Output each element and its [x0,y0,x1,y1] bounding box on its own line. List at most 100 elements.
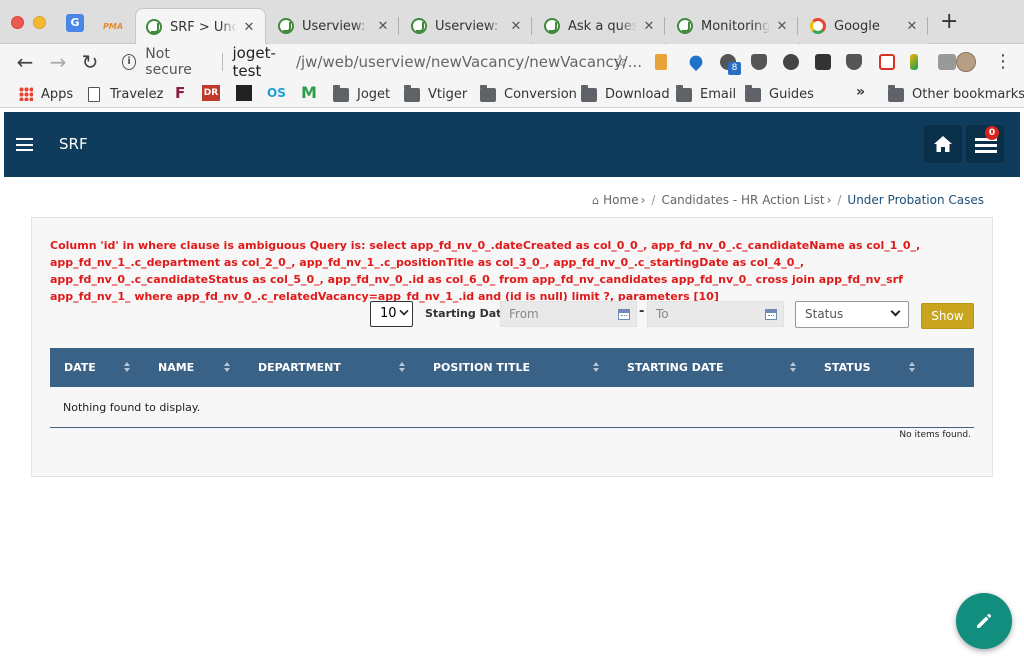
phpmyadmin-pinned-tab-icon[interactable]: PMA [103,14,123,32]
bookmark-star-icon[interactable]: ☆ [612,52,628,72]
tab-close-icon[interactable]: ✕ [774,19,790,34]
bookmark-email[interactable]: Email [676,85,736,103]
bookmark-f-icon[interactable]: F [175,85,191,101]
bookmark-vtiger[interactable]: Vtiger [404,85,467,103]
tab-title: Userview: SRF [435,18,504,34]
edit-fab-button[interactable] [956,593,1012,649]
calendar-icon[interactable] [618,309,630,320]
address-bar[interactable]: i Not secure joget-test /jw/web/userview… [112,44,642,80]
column-header-position-title[interactable]: POSITION TITLE [433,361,530,374]
cross-extension-icon[interactable] [879,54,895,70]
home-button[interactable] [924,125,962,163]
joget-favicon-icon [411,18,427,34]
tampermonkey-extension-icon[interactable] [815,54,831,70]
table-bottom-rule [50,427,974,428]
column-header-name[interactable]: NAME [158,361,194,374]
tab-close-icon[interactable]: ✕ [641,19,657,34]
breadcrumb-current: Under Probation Cases [847,193,984,207]
sort-icon[interactable] [790,362,796,373]
tab-close-icon[interactable]: ✕ [904,19,920,34]
sort-icon[interactable] [124,362,130,373]
browser-tab[interactable]: Userview: SRF ✕ [268,8,399,44]
bookmark-download[interactable]: Download [581,85,670,103]
column-header-status[interactable]: STATUS [824,361,871,374]
profile-avatar[interactable] [956,52,976,72]
sort-icon[interactable] [593,362,599,373]
pagination-status: No items found. [899,430,971,440]
hamburger-menu-icon[interactable] [16,138,33,151]
bookmark-dr-icon[interactable]: DR [202,85,220,101]
window-close-button[interactable] [11,16,24,29]
column-header-date[interactable]: DATE [64,361,96,374]
browser-tab-strip: G PMA SRF > Under Probation Cases ✕ User… [0,0,1024,45]
pocket-extension-icon[interactable] [846,54,862,70]
ublock-extension-icon[interactable] [783,54,799,70]
calendar-icon[interactable] [765,309,777,320]
new-tab-button[interactable]: + [940,11,958,33]
column-header-starting-date[interactable]: STARTING DATE [627,361,724,374]
browser-tab[interactable]: Google ✕ [800,8,928,44]
drop-extension-icon[interactable] [686,52,706,72]
bookmark-joget[interactable]: Joget [333,85,390,103]
tab-title: Monitoring App [701,18,770,34]
page-size-value: 10 [380,306,397,321]
show-button[interactable]: Show [921,303,974,329]
filter-bar: 10 Starting Date From - To Status Show [32,301,994,331]
breadcrumb-separator: / [651,193,656,207]
date-from-placeholder: From [509,307,539,321]
google-favicon-icon [810,18,826,34]
bookmark-other[interactable]: Other bookmarks [888,85,1024,103]
window-minimize-button[interactable] [33,16,46,29]
bookmark-conversion[interactable]: Conversion [480,85,577,103]
browser-tab[interactable]: Userview: SRF ✕ [401,8,532,44]
bookmark-travelez[interactable]: Travelez [88,85,163,103]
tab-close-icon[interactable]: ✕ [241,20,257,35]
forward-arrow-icon[interactable]: → [46,50,70,74]
bookmark-apps[interactable]: Apps [19,85,73,103]
tab-close-icon[interactable]: ✕ [508,19,524,34]
breadcrumb-parent-link[interactable]: Candidates - HR Action List [661,193,824,207]
sort-icon[interactable] [399,362,405,373]
browser-tab[interactable]: Ask a question ✕ [534,8,665,44]
java-extension-icon[interactable] [655,54,667,70]
date-from-input[interactable]: From [500,301,637,327]
status-filter-select[interactable]: Status [795,301,909,328]
bookmark-os-icon[interactable]: OS [267,85,286,101]
info-icon[interactable]: i [122,54,137,70]
column-header-department[interactable]: DEPARTMENT [258,361,341,374]
browser-tab[interactable]: Monitoring App ✕ [667,8,798,44]
date-to-input[interactable]: To [647,301,784,327]
app-header: SRF 0 [4,112,1020,177]
google-translate-pinned-tab-icon[interactable]: G [66,14,84,32]
datalist-panel: Column 'id' in where clause is ambiguous… [31,217,993,477]
reload-icon[interactable]: ↻ [78,50,102,74]
joget-favicon-icon [278,18,294,34]
table-header: DATE NAME DEPARTMENT POSITION TITLE STAR… [50,348,974,387]
tab-close-icon[interactable]: ✕ [375,19,391,34]
breadcrumb: ⌂ Home › / Candidates - HR Action List ›… [592,193,984,207]
bookmark-m-icon[interactable]: M [301,85,317,101]
extension-count-badge: 8 [728,62,741,75]
page-size-select[interactable]: 10 [370,301,413,327]
joget-favicon-icon [544,18,560,34]
sort-icon[interactable] [224,362,230,373]
bookmark-chart-icon[interactable] [236,85,252,101]
analytics-extension-icon[interactable] [910,54,918,70]
shield-extension-icon[interactable] [751,54,767,70]
joget-favicon-icon [146,19,162,35]
starting-date-label: Starting Date [425,307,509,320]
bookmark-label: Apps [41,86,74,102]
back-arrow-icon[interactable]: ← [13,50,37,74]
browser-menu-icon[interactable]: ⋮ [994,50,1012,74]
bookmarks-overflow-chevron-icon[interactable]: » [856,84,865,100]
app-viewport: SRF 0 ⌂ Home › / Candidates - HR Action … [4,109,1020,668]
apps-grid-icon [19,87,33,101]
breadcrumb-home-link[interactable]: Home [603,193,638,207]
bookmark-guides[interactable]: Guides [745,85,814,103]
tab-title: Google [834,18,880,34]
browser-tab-active[interactable]: SRF > Under Probation Cases ✕ [135,8,266,45]
sort-icon[interactable] [909,362,915,373]
bookmark-label: Travelez [110,86,164,102]
status-placeholder: Status [805,307,844,321]
gitzip-extension-icon[interactable] [938,54,956,70]
